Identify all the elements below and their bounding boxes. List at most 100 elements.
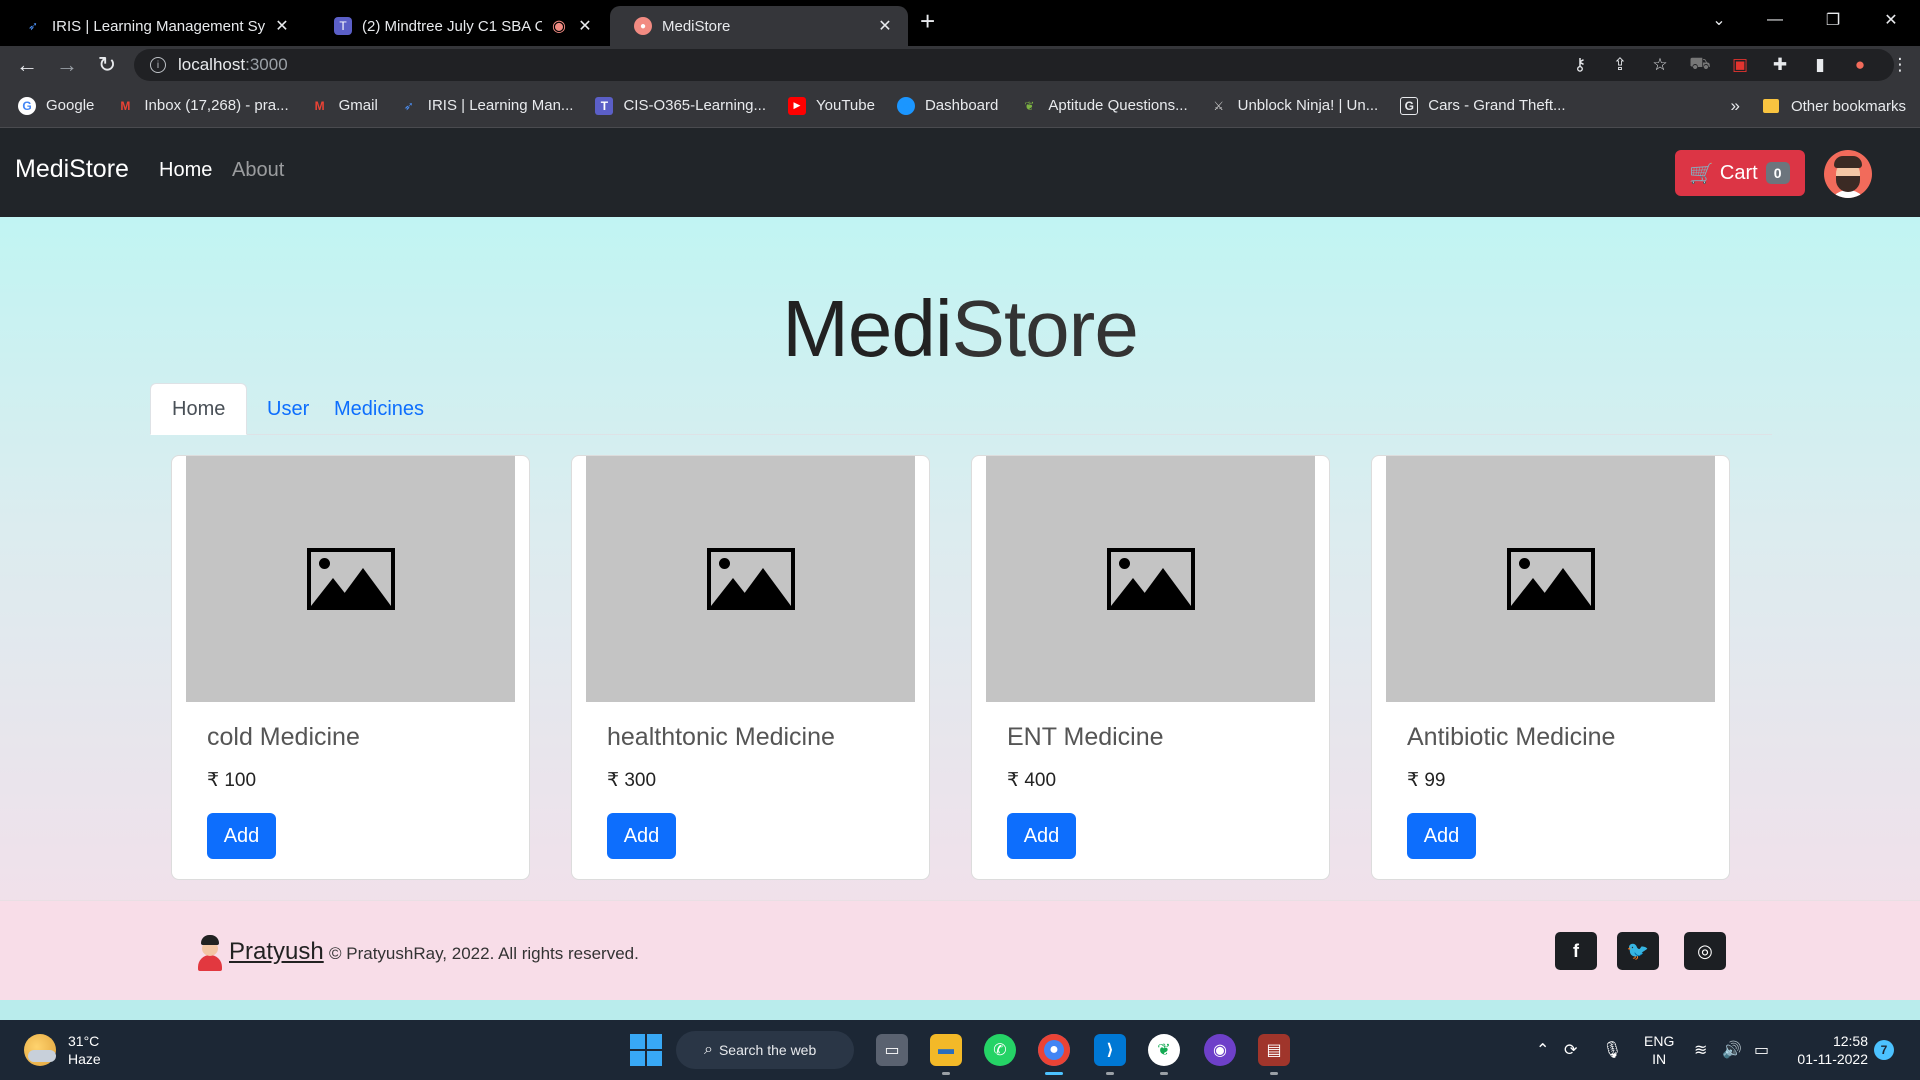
page-viewport: MediStore Home About 🛒 Cart 0 MediStore … <box>0 128 1920 1020</box>
author-link[interactable]: Pratyush <box>229 938 324 966</box>
product-image-placeholder <box>186 456 515 702</box>
extension-icon[interactable]: ▣ <box>1720 55 1760 75</box>
browser-tab-teams[interactable]: T (2) Mindtree July C1 SBA Call ◉ ✕ <box>310 6 608 46</box>
product-price: ₹ 300 <box>607 770 657 791</box>
gmail-icon: M <box>314 98 325 113</box>
key-icon[interactable]: ⚷ <box>1560 55 1600 75</box>
bookmark-label: Cars - Grand Theft... <box>1428 97 1566 114</box>
copyright-text: © PratyushRay, 2022. All rights reserved… <box>329 944 639 963</box>
weather-widget[interactable]: 31°C Haze <box>24 1032 101 1068</box>
page-footer: Pratyush © PratyushRay, 2022. All rights… <box>0 900 1920 1000</box>
page-bottom-strip <box>0 1000 1920 1020</box>
winrar-icon[interactable]: ▤ <box>1258 1034 1290 1066</box>
browser-tab-medistore[interactable]: ● MediStore ✕ <box>610 6 908 46</box>
product-price: ₹ 400 <box>1007 770 1057 791</box>
tab-home[interactable]: Home <box>150 383 248 435</box>
wifi-icon[interactable]: ≋ <box>1694 1020 1707 1080</box>
bookmark-star-icon[interactable]: ☆ <box>1640 55 1680 75</box>
github-icon[interactable]: ◉ <box>1204 1034 1236 1066</box>
bookmarks-overflow-button[interactable]: » <box>1731 84 1740 128</box>
bookmark-cars[interactable]: G Cars - Grand Theft... <box>1400 96 1566 115</box>
person-icon <box>197 935 223 971</box>
bookmark-unblock[interactable]: ⚔ Unblock Ninja! | Un... <box>1210 97 1378 115</box>
puzzle-icon[interactable]: ✚ <box>1760 55 1800 75</box>
bookmark-dashboard[interactable]: ● Dashboard <box>896 96 998 115</box>
profile-icon[interactable]: ● <box>1840 55 1880 75</box>
avatar-beard <box>1836 176 1860 192</box>
chrome-icon[interactable]: ● <box>1038 1034 1070 1066</box>
tray-overflow-icon[interactable]: ⌃ <box>1536 1020 1549 1080</box>
close-tab-icon[interactable]: ✕ <box>876 16 894 36</box>
product-name: ENT Medicine <box>1007 723 1164 751</box>
product-image-placeholder <box>586 456 915 702</box>
browser-tab-strip: ➶ IRIS | Learning Management Syst ✕ T (2… <box>0 0 1920 46</box>
close-tab-icon[interactable]: ✕ <box>273 16 291 36</box>
cart-button[interactable]: 🛒 Cart 0 <box>1675 150 1805 196</box>
taskbar-search[interactable]: ⌕ Search the web <box>676 1031 854 1069</box>
restore-icon[interactable]: ❐ <box>1810 0 1856 40</box>
bookmark-google[interactable]: G Google <box>18 96 94 115</box>
bookmark-label: YouTube <box>816 97 875 114</box>
battery-icon[interactable]: ▭ <box>1754 1020 1769 1080</box>
menu-icon[interactable]: ⋮ <box>1880 55 1920 75</box>
task-view-icon[interactable]: ▭ <box>876 1034 908 1066</box>
microphone-icon[interactable]: 🎙 <box>1602 1020 1622 1080</box>
site-info-icon[interactable]: i <box>150 57 166 73</box>
other-bookmarks[interactable]: Other bookmarks <box>1762 84 1906 128</box>
sync-icon[interactable]: ⟳ <box>1564 1020 1577 1080</box>
language-indicator[interactable]: ENG IN <box>1644 1032 1674 1068</box>
add-to-cart-button[interactable]: Add <box>1407 813 1476 859</box>
close-tab-icon[interactable]: ✕ <box>576 16 594 36</box>
image-icon <box>1106 548 1195 610</box>
product-image-placeholder <box>1386 456 1715 702</box>
side-panel-icon[interactable]: ▮ <box>1800 55 1840 75</box>
minimize-icon[interactable]: — <box>1752 0 1798 40</box>
add-to-cart-button[interactable]: Add <box>607 813 676 859</box>
system-clock[interactable]: 12:58 01-11-2022 <box>1794 1032 1868 1068</box>
share-icon[interactable]: ⇪ <box>1600 55 1640 75</box>
browser-tab-iris[interactable]: ➶ IRIS | Learning Management Syst ✕ <box>0 6 305 46</box>
windows-start-icon[interactable] <box>630 1034 662 1066</box>
product-image-placeholder <box>986 456 1315 702</box>
notification-badge[interactable]: 7 <box>1874 1040 1894 1060</box>
file-explorer-icon[interactable]: ▬ <box>930 1034 962 1066</box>
bookmark-label: IRIS | Learning Man... <box>427 97 574 114</box>
bookmark-youtube[interactable]: ▶ YouTube <box>788 96 875 115</box>
bookmark-cis[interactable]: T CIS-O365-Learning... <box>595 96 766 115</box>
g-icon: G <box>1400 96 1419 115</box>
nav-about-link[interactable]: About <box>232 159 284 182</box>
bookmark-iris[interactable]: ➶ IRIS | Learning Man... <box>400 97 574 115</box>
iris-icon: ➶ <box>27 19 39 33</box>
product-name: cold Medicine <box>207 723 360 751</box>
reload-icon[interactable]: ↻ <box>92 50 122 80</box>
add-to-cart-button[interactable]: Add <box>207 813 276 859</box>
cart-icon: 🛒 <box>1689 162 1714 185</box>
avatar-hair <box>1834 156 1862 168</box>
mongodb-icon[interactable]: ❦ <box>1148 1034 1180 1066</box>
url-port: :3000 <box>245 55 288 74</box>
bookmark-aptitude[interactable]: ❦ Aptitude Questions... <box>1020 97 1187 115</box>
forward-icon[interactable]: → <box>52 50 82 80</box>
add-to-cart-button[interactable]: Add <box>1007 813 1076 859</box>
new-tab-button[interactable]: + <box>920 6 935 36</box>
tab-search-icon[interactable]: ⌄ <box>1696 0 1742 40</box>
bookmark-inbox[interactable]: M Inbox (17,268) - pra... <box>116 97 288 115</box>
cart-extension-icon[interactable]: ⛟ <box>1680 54 1720 76</box>
instagram-icon[interactable]: ◎ <box>1684 932 1726 970</box>
brand-logo[interactable]: MediStore <box>15 155 129 184</box>
volume-icon[interactable]: 🔊 <box>1722 1020 1742 1080</box>
vscode-icon[interactable]: ⟩ <box>1094 1034 1126 1066</box>
twitter-icon[interactable]: 🐦 <box>1617 932 1659 970</box>
facebook-icon[interactable]: f <box>1555 932 1597 970</box>
user-avatar[interactable] <box>1824 150 1872 198</box>
url-host: localhost <box>178 55 246 74</box>
product-price: ₹ 100 <box>207 770 257 791</box>
bookmark-gmail[interactable]: M Gmail <box>311 97 378 115</box>
tab-title: MediStore <box>662 17 731 35</box>
back-icon[interactable]: ← <box>12 50 42 80</box>
teams-icon: T <box>334 17 352 35</box>
whatsapp-icon[interactable]: ✆ <box>984 1034 1016 1066</box>
close-window-icon[interactable]: ✕ <box>1868 0 1914 40</box>
nav-home-link[interactable]: Home <box>159 159 212 182</box>
tab-medicines[interactable]: Medicines <box>313 383 445 435</box>
